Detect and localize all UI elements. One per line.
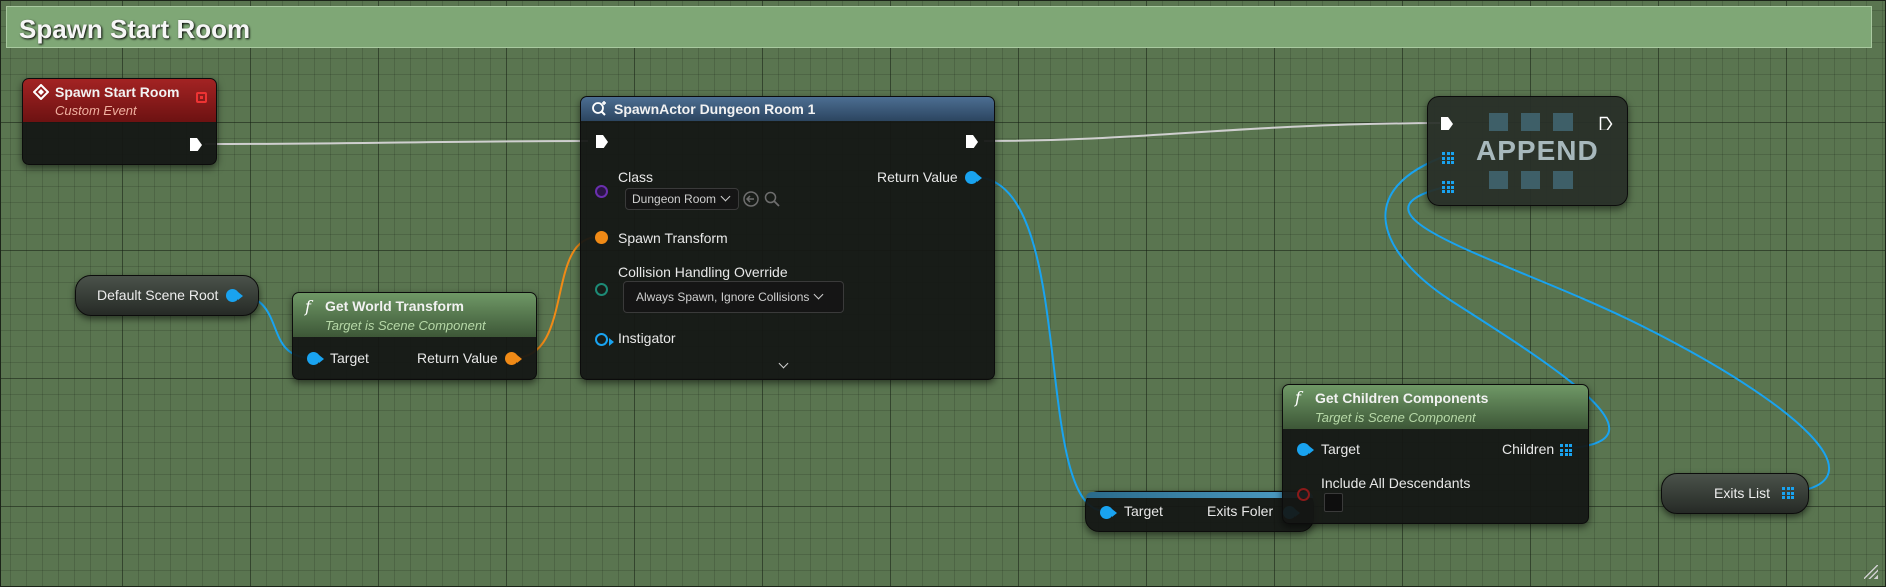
- append-label: APPEND: [1476, 135, 1599, 166]
- use-selected-asset-icon[interactable]: [743, 191, 759, 207]
- exits-foler-getter-node[interactable]: Target Exits Foler: [1085, 491, 1314, 532]
- include-descendants-checkbox[interactable]: [1324, 493, 1343, 512]
- append-exec-in-pin[interactable]: [1440, 116, 1454, 130]
- chevron-down-icon: [720, 191, 731, 202]
- append-exec-out-pin[interactable]: [1599, 116, 1613, 130]
- class-dropdown[interactable]: Dungeon Room: [625, 188, 739, 210]
- include-descendants-pin[interactable]: [1297, 488, 1310, 501]
- get-children-target-pin[interactable]: [1297, 443, 1314, 456]
- return-value-pin[interactable]: [965, 171, 982, 184]
- event-node-title: Spawn Start Room: [55, 84, 180, 100]
- exits-list-variable[interactable]: Exits List: [1661, 473, 1809, 514]
- function-icon: f: [1295, 388, 1301, 407]
- event-delegate-pin[interactable]: [196, 92, 207, 103]
- exits-foler-target-pin[interactable]: [1100, 506, 1117, 519]
- spawn-actor-icon: [592, 101, 606, 116]
- class-dropdown-value: Dungeon Room: [632, 192, 717, 206]
- exits-foler-output-label: Exits Foler: [1207, 503, 1274, 519]
- world-transform-return-label: Return Value: [417, 350, 498, 366]
- spawn-node-title: SpawnActor Dungeon Room 1: [614, 101, 816, 117]
- blueprint-graph-canvas[interactable]: Spawn Start Room Spawn Start Room Custom…: [0, 0, 1886, 587]
- exits-list-label: Exits List: [1714, 485, 1771, 501]
- include-descendants-label: Include All Descendants: [1321, 475, 1471, 491]
- spawn-actor-node[interactable]: SpawnActor Dungeon Room 1 Class Dungeon …: [580, 96, 995, 380]
- event-exec-out-pin[interactable]: [189, 137, 203, 151]
- spawn-exec-out-pin[interactable]: [965, 134, 979, 148]
- get-children-target-label: Target: [1321, 441, 1360, 457]
- collision-handling-pin[interactable]: [595, 283, 608, 296]
- class-pin[interactable]: [595, 185, 608, 198]
- default-scene-root-out-pin[interactable]: [226, 289, 243, 302]
- spawn-transform-label: Spawn Transform: [618, 230, 728, 246]
- exits-foler-target-label: Target: [1124, 503, 1163, 519]
- get-children-children-label: Children: [1502, 441, 1555, 457]
- append-array-node[interactable]: APPEND: [1427, 96, 1628, 206]
- comment-resize-handle[interactable]: [1864, 565, 1878, 579]
- spawn-transform-pin[interactable]: [595, 231, 608, 244]
- exits-foler-header-strip: [1086, 492, 1313, 498]
- collision-dropdown-value: Always Spawn, Ignore Collisions: [636, 290, 810, 304]
- get-children-subtitle: Target is Scene Component: [1315, 410, 1476, 425]
- instigator-label: Instigator: [618, 330, 676, 346]
- collision-handling-dropdown[interactable]: Always Spawn, Ignore Collisions: [623, 281, 844, 313]
- get-children-components-node[interactable]: f Get Children Components Target is Scen…: [1282, 384, 1589, 524]
- default-scene-root-variable[interactable]: Default Scene Root: [75, 275, 259, 316]
- world-transform-target-label: Target: [330, 350, 369, 366]
- array-grid-icon-top: [1489, 113, 1573, 131]
- world-transform-return-pin[interactable]: [505, 352, 522, 365]
- array-grid-icon-bottom: [1489, 171, 1573, 189]
- default-scene-root-label: Default Scene Root: [97, 287, 219, 303]
- browse-asset-search-icon[interactable]: [764, 191, 780, 207]
- get-world-transform-node[interactable]: f Get World Transform Target is Scene Co…: [292, 292, 537, 380]
- world-transform-target-pin[interactable]: [307, 352, 324, 365]
- custom-event-node[interactable]: Spawn Start Room Custom Event: [22, 78, 217, 165]
- get-world-transform-title: Get World Transform: [325, 298, 464, 314]
- exec-wire-event-to-spawn: [204, 140, 589, 145]
- spawn-exec-in-pin[interactable]: [595, 134, 609, 148]
- get-world-transform-subtitle: Target is Scene Component: [325, 318, 486, 333]
- instigator-pin[interactable]: [595, 333, 614, 346]
- return-value-label: Return Value: [877, 169, 958, 185]
- event-node-subtitle: Custom Event: [55, 103, 137, 118]
- append-source-array-pin[interactable]: [1442, 181, 1454, 193]
- exec-wire-spawn-to-append: [983, 122, 1441, 142]
- function-icon: f: [305, 297, 311, 316]
- exits-list-out-pin[interactable]: [1782, 487, 1794, 499]
- get-children-title: Get Children Components: [1315, 390, 1489, 406]
- append-target-array-pin[interactable]: [1442, 152, 1454, 164]
- diamond-event-icon: [33, 84, 49, 100]
- class-label: Class: [618, 169, 654, 185]
- collision-handling-label: Collision Handling Override: [618, 264, 788, 280]
- expand-advanced-chevron-icon[interactable]: [778, 358, 789, 369]
- chevron-down-icon: [813, 289, 824, 300]
- get-children-children-pin[interactable]: [1560, 444, 1572, 456]
